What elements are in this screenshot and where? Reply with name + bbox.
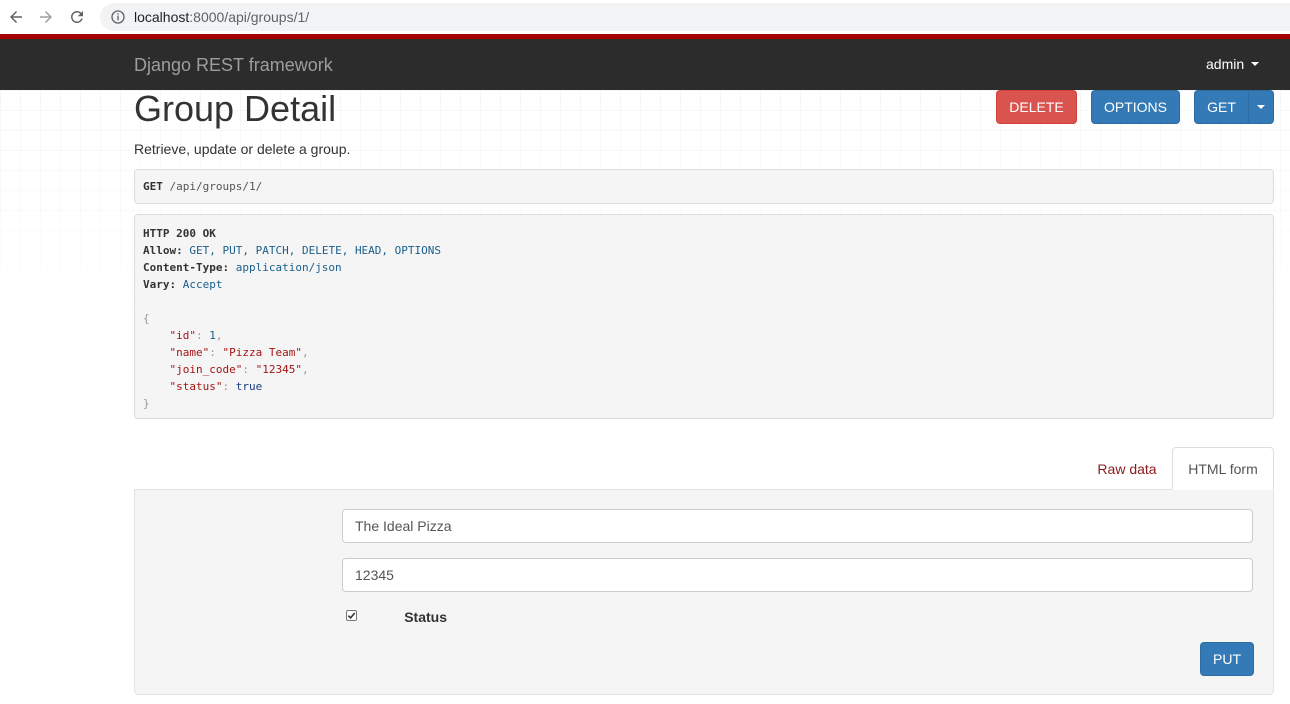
json-value: "12345" (255, 363, 302, 376)
response-status: HTTP 200 OK (143, 227, 216, 240)
tab-html-form[interactable]: HTML form (1172, 447, 1274, 490)
page-description: Retrieve, update or delete a group. (134, 141, 351, 157)
navbar: Django REST framework admin (0, 39, 1290, 90)
brand-link[interactable]: Django REST framework (134, 55, 333, 76)
json-close-brace: } (143, 397, 150, 410)
options-button[interactable]: OPTIONS (1091, 90, 1180, 124)
json-key: "name" (169, 346, 210, 359)
json-value: true (235, 380, 263, 393)
caret-down-icon (1251, 62, 1260, 66)
reload-icon (70, 10, 83, 23)
header-value: Accept (182, 278, 223, 291)
get-button[interactable]: GET (1194, 90, 1249, 124)
address-bar[interactable]: localhost:8000/api/groups/1/ (100, 3, 1290, 31)
put-button[interactable]: PUT (1200, 642, 1254, 676)
request-method: GET (143, 180, 163, 193)
request-path: /api/groups/1/ (169, 180, 263, 193)
status-checkbox[interactable] (346, 610, 357, 621)
user-menu[interactable]: admin (1206, 56, 1260, 72)
arrow-left-icon (10, 11, 22, 23)
url-host: localhost (134, 9, 190, 25)
header-name: Content-Type: (143, 261, 230, 274)
get-format-dropdown[interactable] (1248, 90, 1274, 124)
header-name: Vary: (143, 278, 177, 291)
name-input[interactable] (342, 509, 1253, 543)
url-path: :8000/api/groups/1/ (189, 9, 310, 25)
delete-button[interactable]: DELETE (996, 90, 1077, 124)
json-key: "id" (169, 329, 197, 342)
caret-down-icon (1257, 105, 1265, 109)
browser-toolbar: localhost:8000/api/groups/1/ (0, 0, 1290, 34)
page-title: Group Detail (134, 88, 337, 129)
info-icon[interactable] (110, 9, 126, 25)
forward-button[interactable] (30, 0, 62, 34)
reload-button[interactable] (61, 0, 93, 34)
user-name: admin (1206, 56, 1245, 72)
json-key: "status" (169, 380, 223, 393)
header-name: Allow: (143, 244, 183, 257)
back-button[interactable] (0, 0, 32, 34)
url-text: localhost:8000/api/groups/1/ (134, 9, 309, 25)
checkmark-icon (347, 612, 356, 620)
header-value: application/json (235, 261, 342, 274)
json-value: 1 (209, 329, 216, 342)
join-code-input[interactable] (342, 558, 1253, 592)
header-value: GET, PUT, PATCH, DELETE, HEAD, OPTIONS (189, 244, 442, 257)
json-open-brace: { (143, 312, 150, 325)
tab-raw-data[interactable]: Raw data (1084, 448, 1170, 489)
request-info: GET /api/groups/1/ (134, 169, 1274, 204)
json-key: "join_code" (169, 363, 243, 376)
response-info: HTTP 200 OK Allow: GET, PUT, PATCH, DELE… (134, 214, 1274, 419)
arrow-right-icon (40, 11, 52, 23)
json-value: "Pizza Team" (222, 346, 302, 359)
html-form-panel: Name Join code Status PUT (134, 489, 1274, 695)
